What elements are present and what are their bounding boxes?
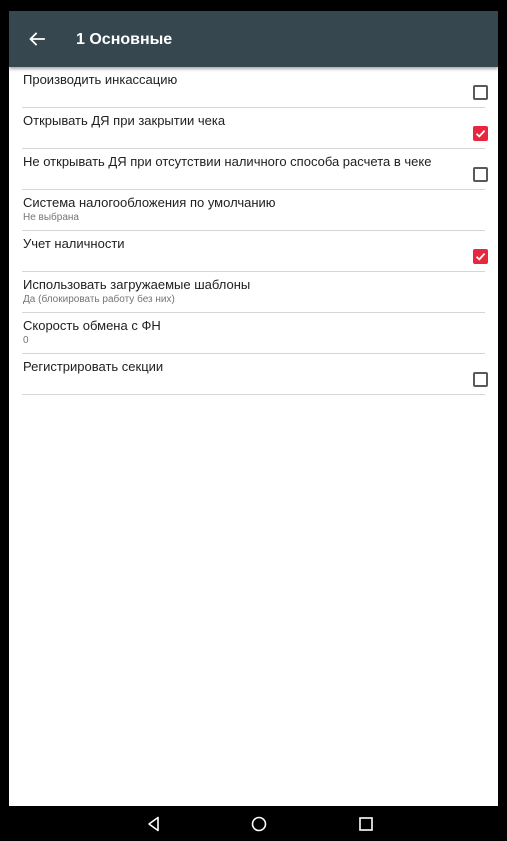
checkbox-unchecked[interactable] <box>473 167 488 182</box>
preference-summary: 0 <box>23 335 29 346</box>
navigation-bar <box>9 806 498 841</box>
preference-row-open-drawer-on-close[interactable]: Открывать ДЯ при закрытии чека <box>9 108 498 149</box>
preference-row-tax-system[interactable]: Система налогообложения по умолчанию Не в… <box>9 190 498 231</box>
preference-list: Производить инкассацию Открывать ДЯ при з… <box>9 67 498 395</box>
divider <box>22 394 485 395</box>
preference-title: Открывать ДЯ при закрытии чека <box>23 113 226 128</box>
check-mark-icon <box>475 252 486 261</box>
check-mark-icon <box>475 129 486 138</box>
preference-title: Скорость обмена с ФН <box>23 318 161 333</box>
preference-title: Производить инкассацию <box>23 72 178 87</box>
preference-summary: Да (блокировать работу без них) <box>23 294 175 305</box>
nav-recents-button[interactable] <box>355 813 377 835</box>
preference-summary: Не выбрана <box>23 212 79 223</box>
preference-title: Не открывать ДЯ при отсутствии наличного… <box>23 154 432 169</box>
nav-back-button[interactable] <box>143 813 165 835</box>
preference-row-register-sections[interactable]: Регистрировать секции <box>9 354 498 395</box>
device-frame: 1 Основные Производить инкассацию Открыва… <box>0 0 507 841</box>
nav-back-triangle-icon <box>148 816 159 832</box>
preference-title: Система налогообложения по умолчанию <box>23 195 276 210</box>
page-title: 1 Основные <box>76 31 173 48</box>
preference-title: Использовать загружаемые шаблоны <box>23 277 251 292</box>
checkbox-unchecked[interactable] <box>473 85 488 100</box>
settings-screen: 1 Основные Производить инкассацию Открыва… <box>9 11 498 806</box>
back-button[interactable] <box>23 25 51 53</box>
preference-row-fn-speed[interactable]: Скорость обмена с ФН 0 <box>9 313 498 354</box>
preference-row-templates[interactable]: Использовать загружаемые шаблоны Да (блок… <box>9 272 498 313</box>
app-bar: 1 Основные <box>9 11 498 67</box>
nav-home-circle-icon <box>251 816 267 832</box>
checkbox-checked[interactable] <box>473 126 488 141</box>
preference-title: Регистрировать секции <box>23 359 164 374</box>
nav-recents-square-icon <box>359 817 373 831</box>
checkbox-checked[interactable] <box>473 249 488 264</box>
status-bar <box>0 0 507 11</box>
preference-row-collection[interactable]: Производить инкассацию <box>9 67 498 108</box>
nav-home-button[interactable] <box>248 813 270 835</box>
preference-title: Учет наличности <box>23 236 125 251</box>
preference-row-no-drawer-without-cash[interactable]: Не открывать ДЯ при отсутствии наличного… <box>9 149 498 190</box>
arrow-back-icon <box>29 32 45 46</box>
preference-row-cash-accounting[interactable]: Учет наличности <box>9 231 498 272</box>
checkbox-unchecked[interactable] <box>473 372 488 387</box>
